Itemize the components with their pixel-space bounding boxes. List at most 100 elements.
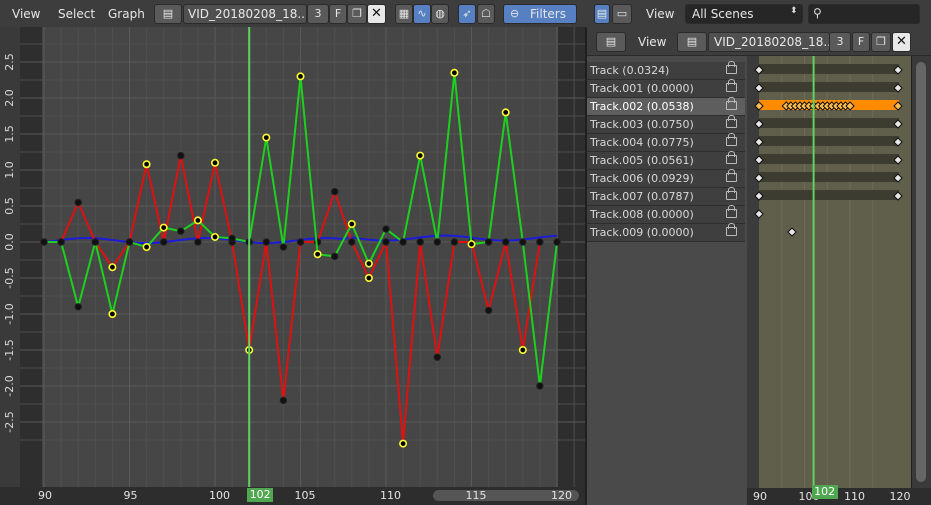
vertical-scrollbar-thumb[interactable] [916, 62, 926, 482]
keyframe-point [74, 198, 82, 207]
keyframe-point [553, 238, 561, 246]
keyframe-point [348, 238, 356, 246]
channel-label: Track.004 (0.0775) [590, 136, 694, 149]
keyframe-point [193, 216, 202, 225]
keyframe-point [331, 187, 339, 196]
dopesheet-action-browse-icon[interactable]: ▤ [677, 32, 707, 52]
keyframe-point [211, 232, 220, 241]
search-field[interactable] [808, 4, 920, 24]
keyframe-canvas[interactable] [747, 56, 911, 488]
unlink-action-icon[interactable]: ✕ [367, 4, 386, 24]
hold-bar [759, 64, 899, 74]
x-curve [44, 155, 541, 444]
y-tick-label: -0.5 [3, 267, 16, 288]
channel-label: Track (0.0324) [590, 64, 670, 77]
channel-row[interactable]: Track.004 (0.0775) [587, 133, 745, 152]
new-action-icon[interactable]: ❐ [347, 4, 367, 24]
hold-bar [759, 82, 899, 92]
keyframe-point [450, 68, 459, 77]
keyframe-point [313, 250, 322, 259]
channel-row[interactable]: Track.001 (0.0000) [587, 79, 745, 98]
graph-curves[interactable]: 2.5 2.0 1.5 1.0 0.5 0.0 -0.5 -1.0 -1.5 -2.0 -2.5 [0, 27, 585, 487]
dopesheet-users-count[interactable]: 3 [829, 32, 851, 52]
channel-row[interactable]: Track.005 (0.0561) [587, 151, 745, 170]
lock-icon[interactable] [726, 205, 737, 218]
filters-label: Filters [530, 7, 566, 21]
vertical-scrollbar[interactable] [912, 56, 931, 488]
keyframe-point [262, 133, 271, 142]
y-tick-label: 1.5 [3, 125, 16, 143]
channel-row[interactable]: Track.002 (0.0538) [587, 97, 745, 116]
channel-list: Track (0.0324) Track.001 (0.0000) Track.00… [587, 56, 747, 505]
dopesheet-mode-icon[interactable]: ▤ [596, 32, 626, 52]
hold-bar [759, 136, 899, 146]
action-browse-icon[interactable]: ▤ [154, 4, 182, 24]
x-tick-label: 90 [38, 489, 52, 502]
keyframe-point [484, 306, 493, 315]
lock-icon[interactable] [726, 151, 737, 164]
dopesheet-fake-user-button[interactable]: F [852, 32, 870, 52]
menu-graph[interactable]: Graph [108, 7, 145, 21]
lock-icon[interactable] [726, 169, 737, 182]
current-frame-badge[interactable]: 102 [811, 485, 838, 499]
keyframe-point [502, 238, 510, 246]
keyframe-point [416, 151, 425, 160]
keyframe-point [536, 382, 544, 390]
channel-row[interactable]: Track.007 (0.0787) [587, 187, 745, 206]
hold-bar [759, 190, 899, 200]
keyframe-diamond [787, 227, 797, 237]
keyframe-point [450, 238, 459, 246]
lock-icon[interactable] [726, 187, 737, 200]
users-count[interactable]: 3 [307, 4, 329, 24]
chevron-updown-icon: ⬍ [790, 6, 798, 16]
dopesheet-keyframes[interactable] [747, 56, 911, 488]
lock-icon[interactable] [726, 223, 737, 236]
channel-row[interactable]: Track.006 (0.0929) [587, 169, 745, 188]
keyframe-point [484, 238, 493, 246]
keyframe-point [160, 238, 168, 246]
graph-frame-ruler[interactable]: 90 95 100 105 110 115 120 102 [0, 487, 585, 505]
menu-select[interactable]: Select [58, 7, 95, 21]
editor-type-icon[interactable]: ▤ [594, 4, 610, 24]
scene-menu-view[interactable]: View [646, 7, 674, 21]
ghost-icon[interactable]: ☖ [477, 4, 495, 24]
lock-icon[interactable] [726, 115, 737, 128]
channel-row[interactable]: Track (0.0324) [587, 61, 745, 80]
normalize-icon[interactable]: ◍ [431, 4, 449, 24]
curve-mode-icon[interactable]: ∿ [413, 4, 431, 24]
hold-bar [759, 154, 899, 164]
view-mode-icon[interactable]: ▦ [395, 4, 413, 24]
fake-user-button[interactable]: F [329, 4, 347, 24]
keyframe-point [211, 158, 220, 167]
lock-icon[interactable] [726, 133, 737, 146]
y-tick-label: 0.0 [3, 233, 16, 251]
y-tick-label: 0.5 [3, 197, 16, 215]
graph-area[interactable]: 2.5 2.0 1.5 1.0 0.5 0.0 -0.5 -1.0 -1.5 -2.0 -2.5 [0, 27, 585, 487]
filters-toggle[interactable]: ⊖ Filters [503, 4, 577, 24]
action-name-label: VID_20180208_18.. [188, 7, 305, 21]
lock-icon[interactable] [726, 97, 737, 110]
lock-icon[interactable] [726, 79, 737, 92]
dopesheet-new-action-icon[interactable]: ❐ [871, 32, 891, 52]
keyframe-point [74, 303, 82, 311]
current-frame-badge[interactable]: 102 [247, 488, 274, 502]
dopesheet-menu-view[interactable]: View [638, 35, 666, 49]
keyframe-point [382, 238, 390, 246]
menu-view[interactable]: View [12, 7, 40, 21]
keyframe-point [382, 225, 390, 233]
lock-icon[interactable] [726, 61, 737, 74]
y-tick-label: -1.5 [3, 339, 16, 360]
keyframe-point [142, 243, 151, 252]
keyframe-point [364, 259, 373, 268]
keyframe-point [296, 72, 305, 81]
keyframe-point [194, 238, 202, 246]
channel-row[interactable]: Track.009 (0.0000) [587, 223, 745, 242]
editor-menu-icon[interactable]: ▭ [612, 4, 632, 24]
y-tick-label: 2.5 [3, 53, 16, 71]
only-selected-icon[interactable]: ➶ [458, 4, 476, 24]
keyframe-point [501, 108, 510, 117]
dopesheet-unlink-icon[interactable]: ✕ [892, 32, 911, 52]
channel-row[interactable]: Track.003 (0.0750) [587, 115, 745, 134]
channel-row[interactable]: Track.008 (0.0000) [587, 205, 745, 224]
dopesheet-frame-ruler[interactable]: 90 100 110 120 102 [747, 485, 931, 505]
